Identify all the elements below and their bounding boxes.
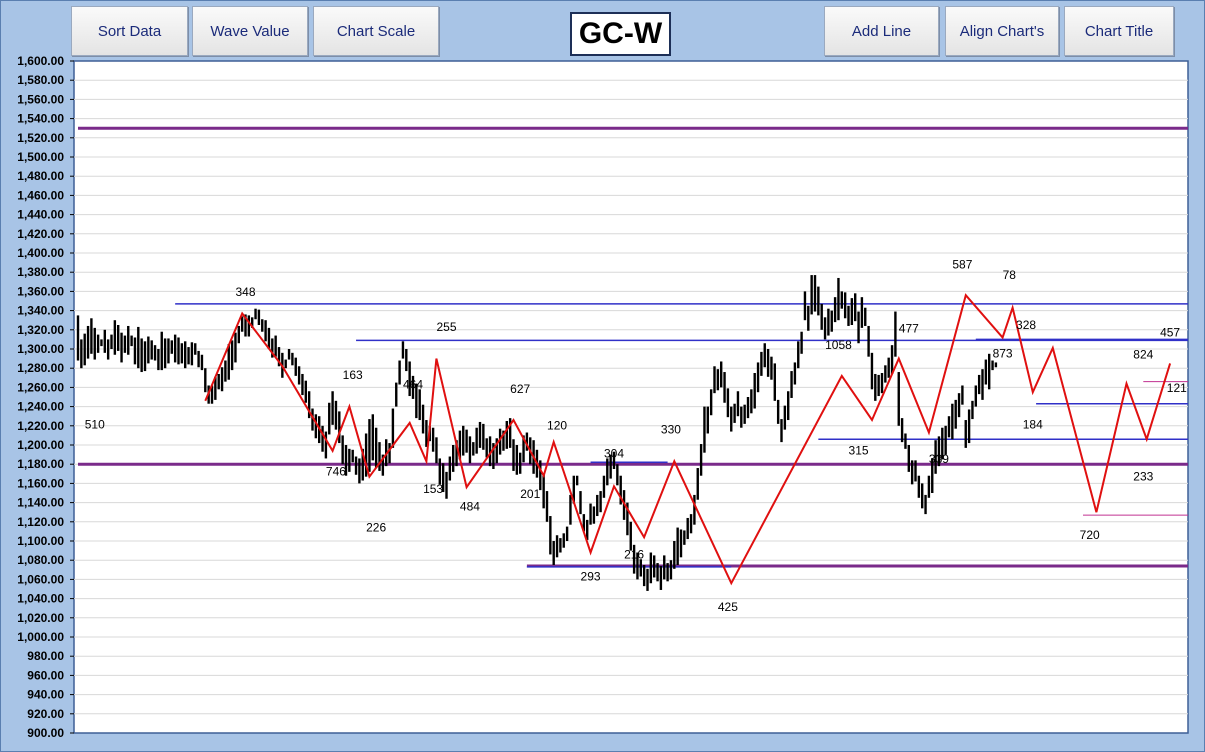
y-tick-label: 1,560.00: [17, 92, 64, 106]
y-tick-label: 980.00: [27, 649, 64, 663]
y-tick-label: 1,020.00: [17, 611, 64, 625]
y-axis: 900.00 920.00 940.00 960.00 980.00 1,000.00 1,…: [17, 54, 74, 740]
y-tick-label: 1,400.00: [17, 246, 64, 260]
wave-label: 153: [423, 482, 443, 496]
wave-label: 587: [952, 257, 972, 271]
y-tick-label: 1,380.00: [17, 265, 64, 279]
y-tick-label: 1,160.00: [17, 476, 64, 490]
y-tick-label: 1,140.00: [17, 496, 64, 510]
y-tick-label: 1,460.00: [17, 188, 64, 202]
y-tick-label: 1,120.00: [17, 515, 64, 529]
wave-label: 339: [929, 452, 949, 466]
y-tick-label: 900.00: [27, 726, 64, 740]
plot-area: [73, 60, 1189, 734]
y-tick-label: 1,420.00: [17, 227, 64, 241]
y-tick-label: 1,060.00: [17, 572, 64, 586]
wave-label: 348: [235, 285, 255, 299]
y-tick-label: 1,280.00: [17, 361, 64, 375]
wave-label: 627: [510, 382, 530, 396]
y-tick-label: 1,340.00: [17, 304, 64, 318]
y-tick-label: 1,500.00: [17, 150, 64, 164]
y-tick-label: 960.00: [27, 668, 64, 682]
wave-label: 163: [343, 368, 363, 382]
wave-label: 1058: [825, 338, 852, 352]
y-tick-label: 1,580.00: [17, 73, 64, 87]
y-tick-label: 1,000.00: [17, 630, 64, 644]
wave-label: 216: [624, 547, 644, 561]
y-tick-label: 1,520.00: [17, 131, 64, 145]
wave-label: 510: [85, 418, 105, 432]
y-tick-label: 1,360.00: [17, 284, 64, 298]
y-tick-label: 1,100.00: [17, 534, 64, 548]
wave-label: 201: [520, 487, 540, 501]
y-tick-label: 940.00: [27, 688, 64, 702]
wave-label: 304: [604, 446, 624, 460]
wave-label: 720: [1080, 528, 1100, 542]
wave-label: 315: [849, 444, 869, 458]
y-tick-label: 1,040.00: [17, 592, 64, 606]
y-tick-label: 1,080.00: [17, 553, 64, 567]
wave-label: 226: [366, 520, 386, 534]
wave-label: 293: [581, 569, 601, 583]
wave-label: 477: [899, 322, 919, 336]
y-tick-label: 1,600.00: [17, 54, 64, 68]
wave-label: 746: [326, 465, 346, 479]
wave-label: 233: [1133, 470, 1153, 484]
y-tick-label: 1,480.00: [17, 169, 64, 183]
y-tick-label: 1,240.00: [17, 400, 64, 414]
y-tick-label: 920.00: [27, 707, 64, 721]
y-tick-label: 1,540.00: [17, 112, 64, 126]
wave-label: 873: [993, 347, 1013, 361]
wave-label: 464: [403, 377, 423, 391]
wave-label: 121: [1167, 381, 1187, 395]
y-tick-label: 1,200.00: [17, 438, 64, 452]
y-tick-label: 1,320.00: [17, 323, 64, 337]
y-tick-label: 1,220.00: [17, 419, 64, 433]
wave-label: 328: [1016, 318, 1036, 332]
wave-label: 184: [1023, 418, 1043, 432]
wave-label: 78: [1003, 268, 1017, 282]
wave-label: 824: [1133, 348, 1153, 362]
price-chart: 900.00 920.00 940.00 960.00 980.00 1,000.00 1,…: [17, 54, 1189, 740]
y-tick-label: 1,180.00: [17, 457, 64, 471]
y-tick-label: 1,440.00: [17, 208, 64, 222]
wave-label: 425: [718, 600, 738, 614]
wave-label: 330: [661, 422, 681, 436]
wave-label: 120: [547, 419, 567, 433]
y-tick-label: 1,260.00: [17, 380, 64, 394]
wave-label: 457: [1160, 326, 1180, 340]
wave-label: 484: [460, 499, 480, 513]
wave-label: 255: [436, 320, 456, 334]
y-tick-label: 1,300.00: [17, 342, 64, 356]
